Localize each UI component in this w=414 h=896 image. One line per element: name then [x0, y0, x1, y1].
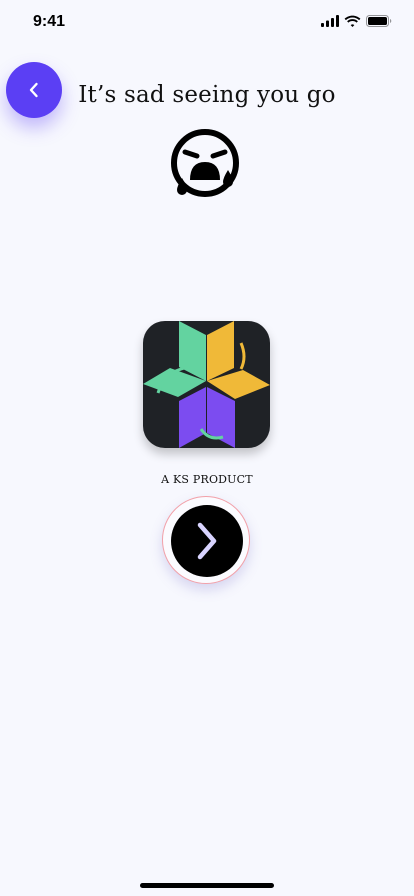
signal-icon: [321, 15, 339, 27]
battery-icon: [366, 15, 392, 27]
app-logo: [143, 321, 270, 448]
status-icons: [321, 15, 392, 27]
home-indicator[interactable]: [140, 883, 274, 888]
status-bar: 9:41: [0, 0, 414, 44]
crying-face-icon: [171, 129, 239, 197]
next-button[interactable]: [171, 505, 243, 577]
brand-tagline: A KS PRODUCT: [161, 473, 253, 486]
logo-mark-icon: [143, 321, 270, 448]
page-title: It’s sad seeing you go: [78, 82, 336, 108]
wifi-icon: [344, 15, 361, 27]
chevron-right-icon: [197, 522, 217, 560]
status-time: 9:41: [33, 13, 66, 30]
